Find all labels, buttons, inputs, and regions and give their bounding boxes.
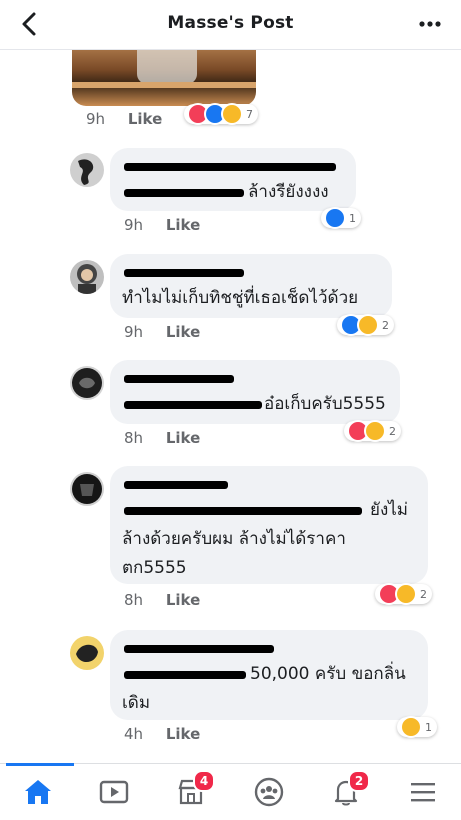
comment-text: อ๋อเก็บครับ5555 [122,390,388,419]
comment-text-content: ล้างรียังงงง [248,182,329,202]
comment-text: 50,000 ครับ ขอกลิ่น เดิม [122,660,416,718]
home-icon [25,780,51,804]
commenter-name-redacted[interactable] [122,156,344,178]
post-like-button[interactable]: Like [128,110,162,128]
comment-time: 8h [124,429,144,447]
watch-video-icon [99,780,129,804]
haha-reaction-icon [395,583,417,605]
tab-home[interactable] [22,776,54,808]
comment-like-button[interactable]: Like [166,216,200,234]
photo-glass [137,50,197,84]
comment-meta: 4h Like [124,725,200,743]
commenter-name-redacted[interactable] [122,638,416,660]
reaction-count: 2 [382,318,389,332]
comment-bubble[interactable]: 50,000 ครับ ขอกลิ่น เดิม [110,630,428,720]
comment-time: 9h [124,323,144,341]
haha-reaction-icon [400,716,422,738]
post-time: 9h [86,110,106,128]
commenter-name-redacted[interactable] [122,262,380,284]
comment-text-content: อ๋อเก็บครับ5555 [264,394,386,414]
active-tab-indicator [6,763,74,766]
comment-meta: 8h Like [124,591,200,609]
groups-icon [254,777,284,807]
comment-bubble[interactable]: ทำไมไม่เก็บทิชชู่ที่เธอเช็ดไว้ด้วย [110,254,392,318]
comment-reactions[interactable]: 2 [344,420,401,442]
comment-meta: 9h Like [124,323,200,341]
tab-watch[interactable] [98,776,130,808]
notifications-badge: 2 [348,770,370,792]
avatar[interactable] [70,472,104,506]
comment-meta: 9h Like [124,216,200,234]
tab-groups[interactable] [253,776,285,808]
post-photo[interactable] [72,50,256,106]
comment-meta: 8h Like [124,429,200,447]
comment-like-button[interactable]: Like [166,323,200,341]
comment-reactions[interactable]: 2 [375,583,432,605]
reaction-count: 2 [389,424,396,438]
tab-marketplace[interactable]: 4 [175,770,215,808]
comment-text: ล้างรียังงงง [122,178,344,207]
avatar[interactable] [70,153,104,187]
comment-bubble[interactable]: ล้างรียังงงง [110,148,356,211]
comment-like-button[interactable]: Like [166,725,200,743]
top-bar: Masse's Post [0,0,461,50]
marketplace-badge: 4 [193,770,215,792]
comment-text-line: 50,000 ครับ ขอกลิ่น [250,664,406,684]
reaction-count: 7 [246,107,253,121]
comment-reactions[interactable]: 2 [337,314,394,336]
avatar[interactable] [70,260,104,294]
comment-like-button[interactable]: Like [166,591,200,609]
tab-menu[interactable] [407,776,439,808]
haha-reaction-icon [357,314,379,336]
comment-bubble[interactable]: ยังไม่ ล้างด้วยครับผม ล้างไม่ได้ราคา ตก5… [110,466,428,584]
bottom-tab-bar: 4 2 [0,763,461,820]
comment-bubble[interactable]: อ๋อเก็บครับ5555 [110,360,400,424]
comment-time: 4h [124,725,144,743]
haha-reaction-icon [364,420,386,442]
comment-text-line: ตก5555 [122,558,187,578]
reaction-count: 1 [425,720,432,734]
haha-reaction-icon [221,103,243,125]
like-reaction-icon [324,207,346,229]
avatar[interactable] [70,366,104,400]
post-reactions[interactable]: 7 [184,103,258,125]
page-title: Masse's Post [167,13,294,33]
comment-like-button[interactable]: Like [166,429,200,447]
commenter-name-redacted[interactable] [122,368,388,390]
comment-text-line: ยังไม่ [370,500,409,520]
tab-notifications[interactable]: 2 [330,770,370,808]
avatar[interactable] [70,636,104,670]
menu-icon [411,783,435,802]
commenter-name-redacted[interactable] [122,474,416,496]
comment-reactions[interactable]: 1 [397,716,437,738]
comment-text: ทำไมไม่เก็บทิชชู่ที่เธอเช็ดไว้ด้วย [122,288,359,308]
comment-reactions[interactable]: 1 [321,207,361,229]
reaction-count: 2 [420,587,427,601]
reaction-count: 1 [349,211,356,225]
more-dots-icon[interactable] [417,14,443,34]
comment-time: 8h [124,591,144,609]
photo-shelf [72,82,256,88]
comment-text: ยังไม่ ล้างด้วยครับผม ล้างไม่ได้ราคา ตก5… [122,496,416,583]
comment-text-line: ล้างด้วยครับผม ล้างไม่ได้ราคา [122,529,346,549]
comment-text-line: เดิม [122,693,151,713]
post-meta: 9h Like [86,110,162,128]
comment-time: 9h [124,216,144,234]
